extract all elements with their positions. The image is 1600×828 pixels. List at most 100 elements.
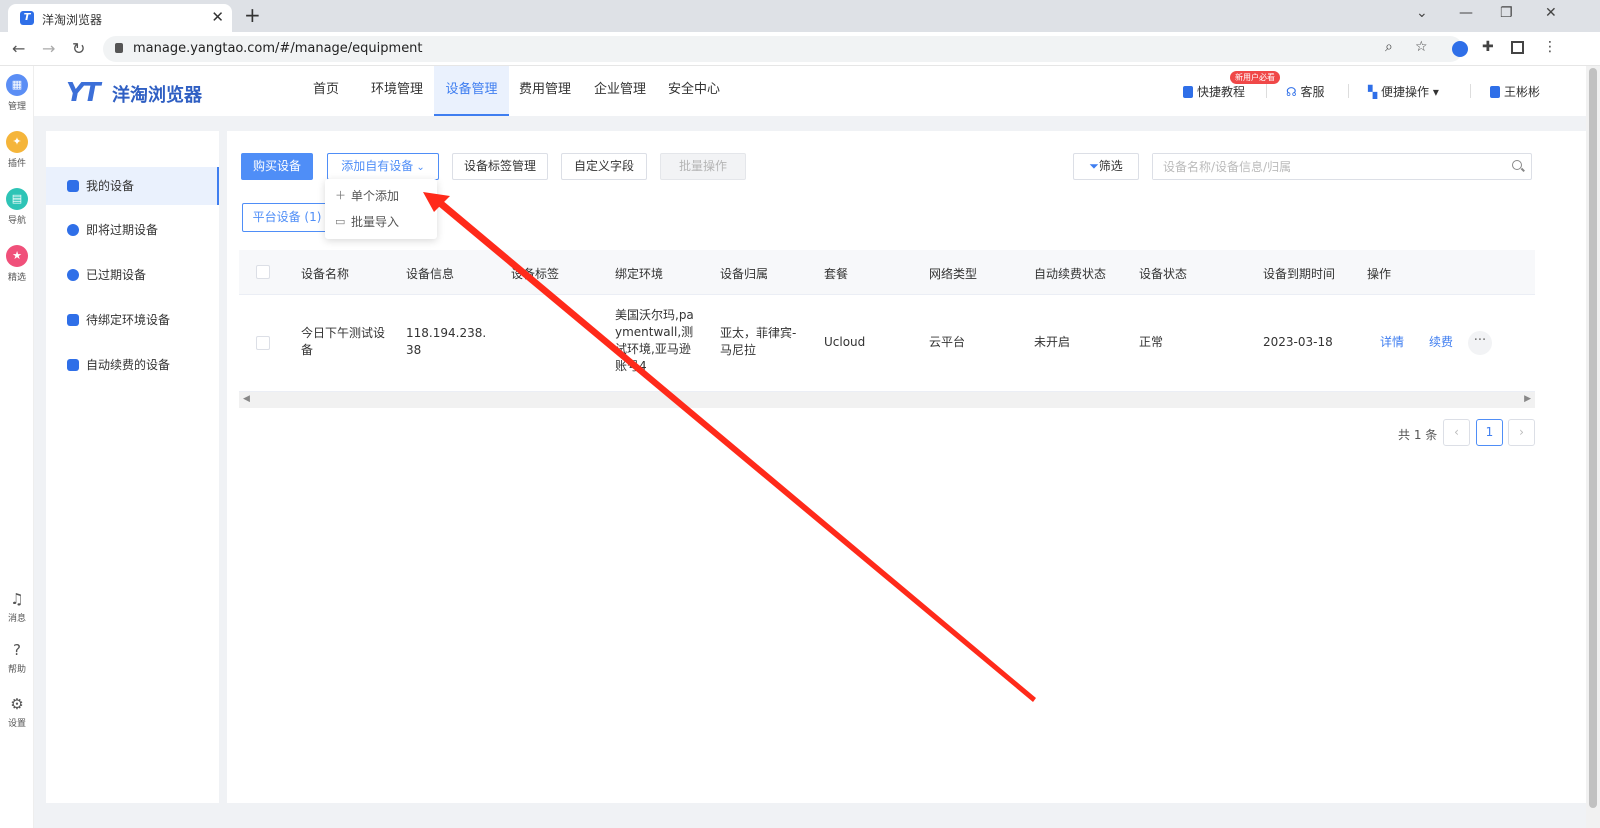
batch-ops-button[interactable]: 批量操作 — [660, 153, 746, 180]
caret-down-icon: ▾ — [1429, 85, 1439, 99]
bookmark-star-icon[interactable]: ☆ — [1415, 39, 1428, 55]
scroll-right-icon[interactable]: ▶ — [1524, 394, 1531, 404]
minus-circle-icon — [67, 269, 79, 281]
rail-item-plugins[interactable]: ✦ 插件 — [0, 131, 34, 169]
col-plan: 套餐 — [824, 267, 849, 281]
address-bar: ← → ↻ manage.yangtao.com/#/manage/equipm… — [0, 32, 1600, 66]
nav-environment[interactable]: 环境管理 — [364, 66, 430, 116]
col-auto-renew: 自动续费状态 — [1034, 267, 1107, 281]
side-item-label: 即将过期设备 — [86, 223, 159, 237]
zoom-icon[interactable]: ⌕ — [1385, 39, 1393, 55]
tutorial-link[interactable]: 快捷教程 — [1183, 83, 1245, 100]
search-input[interactable] — [1153, 154, 1493, 179]
dropdown-item-single-add[interactable]: ＋ 单个添加 — [325, 183, 437, 209]
menu-kebab-icon[interactable]: ⋮ — [1543, 39, 1557, 55]
plus-icon: ＋ — [335, 189, 346, 202]
side-item-label: 待绑定环境设备 — [86, 313, 171, 327]
extensions-puzzle-icon[interactable]: ✚ — [1482, 39, 1494, 55]
nav-home[interactable]: 首页 — [296, 66, 356, 116]
bag-icon — [67, 359, 79, 371]
filter-button[interactable]: ⏷筛选 — [1073, 153, 1139, 180]
filter-icon: ⏷ — [1089, 159, 1099, 173]
renew-link[interactable]: 续费 — [1429, 334, 1453, 351]
nav-enterprise[interactable]: 企业管理 — [587, 66, 653, 116]
rail-item-nav[interactable]: ▤ 导航 — [0, 188, 34, 226]
side-item-my-devices[interactable]: 我的设备 — [46, 167, 219, 205]
rail-item-messages[interactable]: ♫ 消息 — [0, 590, 34, 624]
select-all-checkbox[interactable] — [256, 265, 270, 279]
browser-tab[interactable]: T 洋淘浏览器 ✕ — [8, 4, 232, 32]
nav-billing[interactable]: 费用管理 — [512, 66, 578, 116]
cell-owner: 亚太，菲律宾-马尼拉 — [720, 326, 797, 357]
side-item-expiring[interactable]: 即将过期设备 — [46, 211, 219, 249]
col-bound-env: 绑定环境 — [615, 267, 664, 281]
tab-search-icon[interactable]: ⌄ — [1416, 5, 1428, 21]
search-icon[interactable] — [1512, 160, 1522, 170]
user-name: 王彬彬 — [1504, 85, 1541, 99]
navigation-icon: ▤ — [6, 188, 28, 210]
tab-title: 洋淘浏览器 — [42, 13, 103, 27]
forward-icon[interactable]: → — [42, 39, 55, 58]
divider — [1348, 84, 1349, 98]
minimize-icon[interactable]: — — [1459, 5, 1473, 21]
detail-link[interactable]: 详情 — [1380, 334, 1404, 351]
settings-icon: ⚙ — [10, 695, 24, 713]
prev-page-button[interactable]: ‹ — [1443, 419, 1470, 446]
horizontal-scrollbar[interactable]: ◀ ▶ — [239, 392, 1535, 408]
service-label: 客服 — [1300, 85, 1325, 99]
back-icon[interactable]: ← — [12, 39, 25, 58]
lock-icon — [115, 43, 123, 53]
buy-device-button[interactable]: 购买设备 — [241, 153, 313, 180]
tutorial-label: 快捷教程 — [1197, 85, 1246, 99]
rail-label: 帮助 — [7, 665, 26, 675]
grid-icon: ▚ — [1368, 85, 1382, 99]
dropdown-item-batch-import[interactable]: ▭ 批量导入 — [325, 209, 437, 235]
add-own-device-button[interactable]: 添加自有设备 ⌄ — [327, 153, 439, 180]
add-device-dropdown: ＋ 单个添加 ▭ 批量导入 — [325, 179, 437, 239]
nav-device-management[interactable]: 设备管理 — [434, 66, 509, 116]
url-text[interactable]: manage.yangtao.com/#/manage/equipment — [133, 41, 423, 56]
rail-label: 消息 — [7, 614, 26, 624]
restore-icon[interactable]: ❐ — [1500, 5, 1513, 21]
next-page-button[interactable]: › — [1508, 419, 1535, 446]
extension-yangtao-icon[interactable] — [1452, 41, 1468, 57]
tag-manage-button[interactable]: 设备标签管理 — [452, 153, 548, 180]
page-1-button[interactable]: 1 — [1476, 419, 1503, 446]
omnibox[interactable]: manage.yangtao.com/#/manage/equipment — [103, 36, 1463, 62]
row-checkbox[interactable] — [256, 336, 270, 350]
more-actions-button[interactable]: ··· — [1468, 331, 1492, 355]
user-menu[interactable]: 王彬彬 — [1490, 83, 1540, 100]
quick-ops-menu[interactable]: ▚ 便捷操作 ▾ — [1368, 83, 1439, 100]
col-device-info: 设备信息 — [406, 267, 455, 281]
folder-icon: ▭ — [335, 215, 346, 228]
new-tab-button[interactable]: + — [244, 3, 261, 27]
tab-platform-devices[interactable]: 平台设备 (1) — [242, 203, 332, 232]
col-actions: 操作 — [1367, 267, 1392, 281]
close-tab-icon[interactable]: ✕ — [211, 8, 224, 26]
side-item-auto-renew[interactable]: 自动续费的设备 — [46, 346, 219, 384]
cell-expire: 2023-03-18 — [1263, 335, 1333, 349]
logo-mark: YT — [66, 78, 101, 108]
filter-label: 筛选 — [1098, 159, 1123, 173]
side-item-unbound[interactable]: 待绑定环境设备 — [46, 301, 219, 339]
scroll-thumb[interactable] — [1589, 68, 1597, 808]
reload-icon[interactable]: ↻ — [72, 39, 85, 58]
content-card: 购买设备 添加自有设备 ⌄ 设备标签管理 自定义字段 批量操作 ⏷筛选 平台设备… — [227, 131, 1589, 803]
rail-item-manage[interactable]: ▦ 管理 — [0, 74, 34, 112]
col-expire: 设备到期时间 — [1263, 267, 1336, 281]
device-icon — [67, 180, 79, 192]
scroll-left-icon[interactable]: ◀ — [243, 394, 250, 404]
nav-security[interactable]: 安全中心 — [661, 66, 727, 116]
rail-item-help[interactable]: ? 帮助 — [0, 641, 34, 675]
search-box — [1152, 153, 1532, 180]
service-link[interactable]: ☊ 客服 — [1286, 83, 1325, 100]
window-close-icon[interactable]: ✕ — [1545, 5, 1557, 21]
divider — [1266, 84, 1267, 98]
rail-item-settings[interactable]: ⚙ 设置 — [0, 695, 34, 729]
sidepanel-icon[interactable] — [1511, 41, 1524, 54]
rail-label: 插件 — [7, 159, 26, 169]
vertical-scrollbar[interactable] — [1586, 66, 1600, 828]
custom-fields-button[interactable]: 自定义字段 — [561, 153, 647, 180]
side-item-expired[interactable]: 已过期设备 — [46, 256, 219, 294]
rail-item-featured[interactable]: ★ 精选 — [0, 245, 34, 283]
